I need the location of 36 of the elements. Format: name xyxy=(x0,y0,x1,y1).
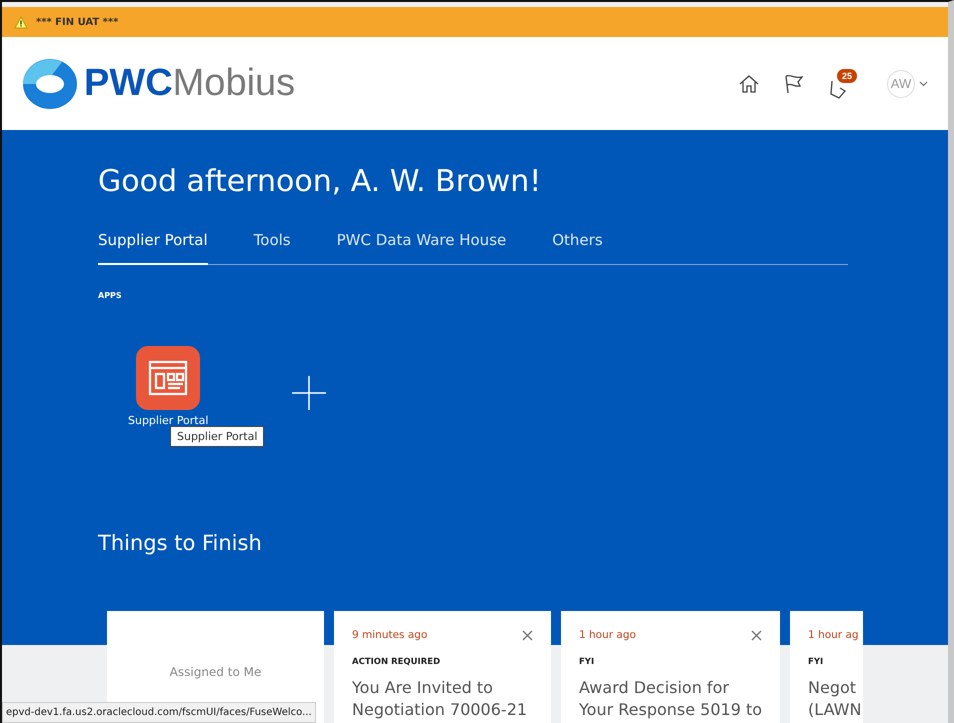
notification-card[interactable]: 9 minutes ago ACTION REQUIRED You Are Invited to Negotiation 70006-21 xyxy=(334,611,551,723)
card-time: 1 hour ago xyxy=(579,629,636,641)
card-type: FYI xyxy=(579,657,596,667)
app-tile-icon[interactable] xyxy=(136,346,200,410)
environment-label: *** FIN UAT *** xyxy=(36,16,118,28)
notification-card[interactable]: 1 hour ago FYI Award Decision for Your Response 5019 to xyxy=(561,611,780,723)
card-title: Negot (LAWN xyxy=(808,677,862,721)
notification-card[interactable]: 1 hour ag FYI Negot (LAWN xyxy=(790,611,864,723)
logo-text: Mobius xyxy=(172,62,296,105)
notification-count: 25 xyxy=(837,68,858,82)
chevron-down-icon xyxy=(919,80,928,86)
flag-icon[interactable] xyxy=(785,74,803,94)
tab[interactable]: Others xyxy=(552,231,603,265)
card-time: 9 minutes ago xyxy=(352,629,428,641)
app-label[interactable]: Supplier Portal xyxy=(128,414,208,427)
close-icon[interactable] xyxy=(751,630,762,640)
home-icon[interactable] xyxy=(739,74,759,92)
warning-icon xyxy=(14,16,28,28)
tooltip: Supplier Portal xyxy=(170,426,264,447)
card-time: 1 hour ag xyxy=(808,629,859,641)
logo-icon xyxy=(22,58,78,110)
notifications-button[interactable]: 25 xyxy=(829,68,861,98)
section-heading: Things to Finish xyxy=(98,531,263,555)
status-url: epvd-dev1.fa.us2.oraclecloud.com/fscmUI/faces/FuseWelco... xyxy=(2,702,316,723)
section-heading: APPS xyxy=(98,291,123,300)
tab[interactable]: PWC Data Ware House xyxy=(336,231,506,265)
tab[interactable]: Supplier Portal xyxy=(98,231,208,265)
card-type: FYI xyxy=(808,657,824,667)
logo-text: PWC xyxy=(84,62,173,105)
card-title: You Are Invited to Negotiation 70006-21 xyxy=(352,677,528,721)
card-title: Award Decision for Your Response 5019 to xyxy=(579,677,762,721)
greeting: Good afternoon, A. W. Brown! xyxy=(98,163,542,199)
add-icon[interactable] xyxy=(292,376,326,410)
tab[interactable]: Tools xyxy=(254,231,291,265)
card-type: ACTION REQUIRED xyxy=(352,657,442,667)
close-icon[interactable] xyxy=(522,630,533,640)
